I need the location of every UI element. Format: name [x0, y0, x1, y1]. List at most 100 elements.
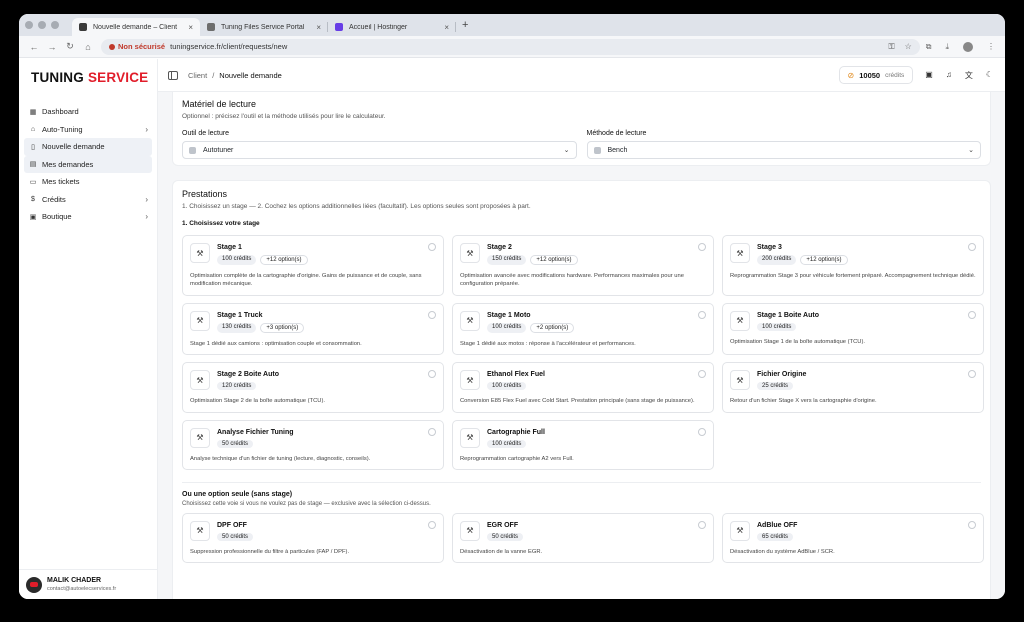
- price-badge: 200 crédits: [757, 255, 797, 265]
- wrench-icon: ⚒: [460, 427, 480, 448]
- new-tab-button[interactable]: +: [462, 19, 468, 31]
- select-radio[interactable]: [698, 310, 706, 319]
- download-icon[interactable]: ⤓: [945, 42, 949, 52]
- menu-kebab-icon[interactable]: ⋮: [987, 42, 995, 51]
- tab-title: Tuning Files Service Portal: [221, 23, 305, 31]
- options-badge: +12 option(s): [800, 255, 848, 265]
- close-tab-icon[interactable]: ×: [316, 23, 321, 32]
- tool-select[interactable]: Autotuner ⌄: [182, 141, 577, 159]
- service-description: Désactivation de la vanne EGR.: [460, 548, 543, 555]
- service-card[interactable]: ⚒ Ethanol Flex Fuel 100 crédits Conversion …: [452, 362, 714, 413]
- sidebar-item-dashboard[interactable]: ▦ Dashboard: [24, 103, 152, 121]
- maximize-window-button[interactable]: [51, 21, 59, 29]
- sidebar-item-cr-dits[interactable]: $ Crédits ›: [24, 191, 152, 209]
- sidebar-item-mes-tickets[interactable]: ▭ Mes tickets: [24, 173, 152, 191]
- price-badge: 100 crédits: [487, 382, 527, 391]
- close-window-button[interactable]: [25, 21, 33, 29]
- price-badge: 120 crédits: [217, 382, 257, 391]
- select-radio[interactable]: [428, 310, 436, 319]
- service-card[interactable]: ⚒ Stage 1 Moto 100 crédits +2 option(s) Stag…: [452, 302, 714, 356]
- close-tab-icon[interactable]: ×: [444, 23, 449, 32]
- sidebar-item-nouvelle-demande[interactable]: ▯ Nouvelle demande: [24, 138, 152, 156]
- select-radio[interactable]: [698, 427, 706, 436]
- close-tab-icon[interactable]: ×: [188, 23, 193, 32]
- service-description: Retour d'un fichier Stage X vers la cart…: [730, 398, 877, 405]
- service-card[interactable]: ⚒ Stage 1 Boite Auto 100 crédits Optimisati…: [722, 302, 984, 356]
- dashboard-icon: ▦: [29, 108, 37, 116]
- service-name: Stage 3: [757, 244, 782, 251]
- select-radio[interactable]: [968, 520, 976, 529]
- select-radio[interactable]: [968, 310, 976, 319]
- bookmark-star-icon[interactable]: ☆: [905, 42, 912, 52]
- wrench-icon: ⚒: [460, 370, 480, 391]
- service-name: Stage 2: [487, 244, 512, 251]
- price-badge: 50 crédits: [217, 439, 254, 448]
- chevron-right-icon: ›: [145, 194, 148, 204]
- single-options-grid: ⚒ DPF OFF 50 crédits Suppression profession…: [182, 512, 984, 564]
- browser-tab[interactable]: Tuning Files Service Portal ×: [200, 18, 328, 36]
- stages-grid: ⚒ Stage 1 100 crédits +12 option(s) Optimisa…: [182, 235, 984, 470]
- service-card[interactable]: ⚒ Fichier Origine 25 crédits Retour d'un fi…: [722, 362, 984, 413]
- tab-title: Nouvelle demande – Client: [93, 23, 178, 31]
- file-icon: ▯: [31, 143, 35, 151]
- service-name: Stage 1 Truck: [217, 311, 263, 319]
- profile-avatar[interactable]: [963, 41, 973, 52]
- browser-tab[interactable]: Accueil | Hostinger ×: [328, 18, 456, 36]
- sidebar-item-boutique[interactable]: ▣ Boutique ›: [24, 208, 152, 226]
- credits-balance[interactable]: ⊘ 10050 crédits: [838, 66, 914, 84]
- method-select[interactable]: Bench ⌄: [586, 141, 981, 159]
- coin-icon: ⊘: [847, 70, 855, 80]
- select-radio[interactable]: [698, 243, 706, 251]
- select-radio[interactable]: [968, 243, 976, 251]
- toggle-sidebar-icon[interactable]: [168, 70, 178, 80]
- service-card[interactable]: ⚒ Analyse Fichier Tuning 50 crédits Analyse…: [182, 419, 444, 470]
- options-badge: +3 option(s): [260, 322, 305, 333]
- service-card[interactable]: ⚒ EGR OFF 50 crédits Désactivation de la va…: [452, 512, 714, 564]
- service-description: Analyse technique d'un fichier de tuning…: [190, 455, 371, 462]
- forward-icon[interactable]: →: [43, 42, 61, 52]
- service-description: Reprogrammation cartographie A2 vers Ful…: [460, 455, 574, 462]
- service-card[interactable]: ⚒ Stage 2 Boite Auto 120 crédits Optimisati…: [182, 362, 444, 413]
- select-radio[interactable]: [698, 520, 706, 529]
- cart-icon[interactable]: ▣: [925, 70, 933, 81]
- theme-moon-icon[interactable]: ☾: [986, 70, 993, 81]
- service-card[interactable]: ⚒ Stage 1 100 crédits +12 option(s) Optimisa…: [182, 235, 444, 296]
- service-card[interactable]: ⚒ Cartographie Full 100 crédits Reprogramma…: [452, 419, 714, 470]
- sidebar-item-label: Boutique: [42, 212, 72, 222]
- address-bar[interactable]: Non sécurisé tuningservice.fr/client/req…: [101, 38, 920, 55]
- service-card[interactable]: ⚒ AdBlue OFF 65 crédits Désactivation du sy…: [722, 512, 984, 564]
- sidebar-item-mes-demandes[interactable]: ▤ Mes demandes: [24, 155, 152, 173]
- select-radio[interactable]: [428, 427, 436, 436]
- bell-icon[interactable]: ♫: [946, 70, 952, 81]
- user-profile[interactable]: MALIK CHADER contact@autoelecservices.fr: [19, 569, 157, 599]
- service-card[interactable]: ⚒ Stage 1 Truck 130 crédits +3 option(s) Sta…: [182, 302, 444, 356]
- select-radio[interactable]: [428, 243, 436, 251]
- translate-icon[interactable]: 文: [965, 70, 973, 81]
- favicon-icon: [79, 23, 87, 31]
- browser-tab[interactable]: Nouvelle demande – Client ×: [72, 18, 200, 36]
- brand-logo[interactable]: TUNING SERVICE: [19, 59, 157, 95]
- price-badge: 100 crédits: [217, 255, 257, 265]
- wrench-icon: ⚒: [730, 243, 750, 263]
- minimize-window-button[interactable]: [38, 21, 46, 29]
- breadcrumb-separator: /: [212, 70, 215, 80]
- home-icon[interactable]: ⌂: [79, 42, 97, 52]
- wrench-icon: ⚒: [190, 310, 210, 331]
- service-card[interactable]: ⚒ Stage 2 150 crédits +12 option(s) Optimisa…: [452, 235, 714, 296]
- select-radio[interactable]: [428, 520, 436, 529]
- reload-icon[interactable]: ↻: [61, 41, 79, 52]
- service-description: Désactivation du système AdBlue / SCR.: [730, 548, 835, 555]
- breadcrumb-parent[interactable]: Client: [188, 71, 207, 80]
- service-card[interactable]: ⚒ DPF OFF 50 crédits Suppression profession…: [182, 512, 444, 564]
- url-text[interactable]: tuningservice.fr/client/requests/new: [170, 42, 888, 51]
- key-icon[interactable]: ⚿: [888, 42, 894, 52]
- service-card[interactable]: ⚒ Stage 3 200 crédits +12 option(s) Reprogra…: [722, 235, 984, 296]
- not-secure-indicator[interactable]: Non sécurisé: [109, 42, 165, 51]
- not-secure-label: Non sécurisé: [118, 42, 166, 51]
- back-icon[interactable]: ←: [25, 42, 43, 52]
- shop-icon: ▣: [29, 213, 37, 221]
- sidebar-item-auto-tuning[interactable]: ⌂ Auto-Tuning ›: [24, 121, 152, 139]
- reading-hardware-card: Matériel de lecture Optionnel : précisez…: [172, 92, 991, 166]
- extensions-icon[interactable]: ⧉: [926, 42, 932, 52]
- top-bar: Client / Nouvelle demande ⊘ 10050 crédit…: [158, 59, 1005, 92]
